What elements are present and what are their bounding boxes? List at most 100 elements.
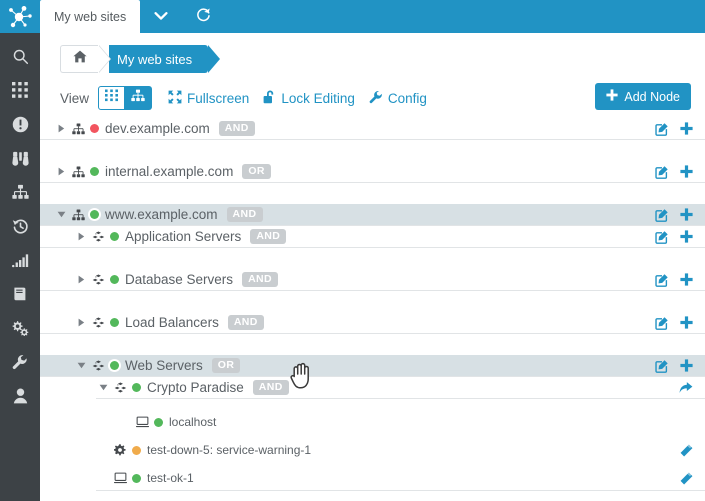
tab-refresh-button[interactable]: [182, 0, 224, 33]
row-actions: [655, 269, 693, 290]
tree-collapse-toggle[interactable]: [74, 362, 88, 369]
row-spacer: [40, 140, 705, 161]
lock-editing-label: Lock Editing: [281, 90, 355, 106]
operator-badge: AND: [250, 229, 287, 244]
view-tree-button[interactable]: [125, 86, 153, 110]
tree-collapse-toggle[interactable]: [96, 384, 110, 391]
status-dot-ok: [110, 275, 119, 284]
config-button[interactable]: Config: [369, 90, 427, 107]
tab-bar: My web sites: [40, 0, 705, 33]
breadcrumb-current[interactable]: My web sites: [109, 45, 209, 73]
view-toolbar: View Fullscreen Lock Editing Config Add …: [40, 77, 705, 115]
app-logo[interactable]: [0, 0, 40, 33]
book-icon: [12, 286, 28, 302]
rail-item-business-process[interactable]: [0, 175, 40, 209]
cubes-icon: [88, 317, 108, 329]
wand-icon[interactable]: [680, 443, 693, 457]
edit-icon[interactable]: [655, 122, 669, 136]
plus-icon[interactable]: [680, 165, 693, 178]
fullscreen-button[interactable]: Fullscreen: [168, 90, 249, 107]
edit-icon[interactable]: [655, 316, 669, 330]
view-grid-button[interactable]: [98, 86, 126, 110]
tree-row[interactable]: test-down-5: service-warning-1: [40, 438, 705, 462]
row-actions: [680, 438, 693, 462]
status-dot-ok: [110, 232, 119, 241]
rail-item-history[interactable]: [0, 209, 40, 243]
row-actions: [679, 377, 693, 398]
tree-row[interactable]: Load Balancers AND: [40, 312, 705, 333]
add-node-button[interactable]: Add Node: [595, 83, 691, 110]
rail-item-search[interactable]: [0, 39, 40, 73]
cogs-icon: [11, 320, 29, 336]
sitemap-icon: [11, 184, 29, 200]
rail-item-problems[interactable]: [0, 107, 40, 141]
share-icon[interactable]: [679, 381, 693, 394]
tree-expand-toggle[interactable]: [54, 167, 68, 176]
edit-icon[interactable]: [655, 230, 669, 244]
add-node-label: Add Node: [624, 89, 680, 104]
status-dot-warning: [132, 445, 141, 455]
plus-icon[interactable]: [680, 316, 693, 329]
rail-item-configuration[interactable]: [0, 345, 40, 379]
breadcrumb-separator: [98, 45, 110, 73]
status-dot-ok: [90, 210, 99, 219]
rail-item-automation[interactable]: [0, 311, 40, 345]
wand-icon[interactable]: [680, 471, 693, 485]
rail-item-profile[interactable]: [0, 379, 40, 413]
wrench-icon: [369, 90, 383, 107]
node-tree: dev.example.com AND internal.example.com OR…: [40, 118, 705, 491]
sitemap-icon: [68, 166, 88, 178]
rail-item-documentation[interactable]: [0, 277, 40, 311]
plus-icon[interactable]: [680, 208, 693, 221]
tree-row[interactable]: localhost: [40, 410, 705, 434]
row-actions: [655, 161, 693, 182]
tree-collapse-toggle[interactable]: [54, 211, 68, 218]
edit-icon[interactable]: [655, 359, 669, 373]
tree-row[interactable]: test-ok-1: [40, 466, 705, 490]
tree-expand-toggle[interactable]: [74, 275, 88, 284]
chart-bar-icon: [11, 253, 29, 268]
breadcrumb-current-label: My web sites: [117, 51, 193, 67]
rail-item-reports[interactable]: [0, 243, 40, 277]
rail-item-list: [0, 33, 40, 413]
tree-expand-toggle[interactable]: [74, 318, 88, 327]
tree-row[interactable]: Database Servers AND: [40, 269, 705, 290]
cubes-icon: [110, 382, 130, 394]
tab-my-web-sites[interactable]: My web sites: [40, 0, 141, 33]
tree-row-label: Database Servers: [125, 272, 234, 287]
status-dot-ok: [90, 167, 99, 176]
expand-arrows-icon: [168, 90, 182, 107]
grid-view-icon: [105, 89, 119, 107]
plus-icon[interactable]: [680, 359, 693, 372]
row-separator: [96, 490, 705, 491]
plus-icon[interactable]: [680, 273, 693, 286]
tree-row[interactable]: internal.example.com OR: [40, 161, 705, 182]
row-spacer: [40, 183, 705, 204]
tab-dropdown-button[interactable]: [140, 0, 182, 33]
plus-icon[interactable]: [680, 230, 693, 243]
breadcrumb-home-button[interactable]: [60, 45, 98, 73]
tree-row[interactable]: Application Servers AND: [40, 226, 705, 247]
operator-badge: AND: [226, 207, 263, 222]
operator-badge: AND: [242, 272, 279, 287]
tree-expand-toggle[interactable]: [74, 232, 88, 241]
tree-view-icon: [131, 89, 145, 107]
rail-item-monitoring[interactable]: [0, 141, 40, 175]
operator-badge: AND: [218, 121, 255, 136]
tree-row[interactable]: Web Servers OR: [40, 355, 705, 376]
tree-row-label: test-down-5: service-warning-1: [147, 443, 312, 457]
edit-icon[interactable]: [655, 273, 669, 287]
tab-label: My web sites: [54, 9, 127, 24]
plus-icon[interactable]: [680, 122, 693, 135]
row-actions: [655, 312, 693, 333]
edit-icon[interactable]: [655, 165, 669, 179]
lock-editing-button[interactable]: Lock Editing: [263, 90, 355, 107]
row-spacer: [40, 291, 705, 312]
tree-expand-toggle[interactable]: [54, 124, 68, 133]
left-nav-rail: [0, 0, 40, 501]
edit-icon[interactable]: [655, 208, 669, 222]
rail-item-dashboard[interactable]: [0, 73, 40, 107]
tree-row[interactable]: www.example.com AND: [40, 204, 705, 225]
tree-row[interactable]: dev.example.com AND: [40, 118, 705, 139]
tree-row[interactable]: Crypto Paradise AND: [40, 377, 705, 398]
